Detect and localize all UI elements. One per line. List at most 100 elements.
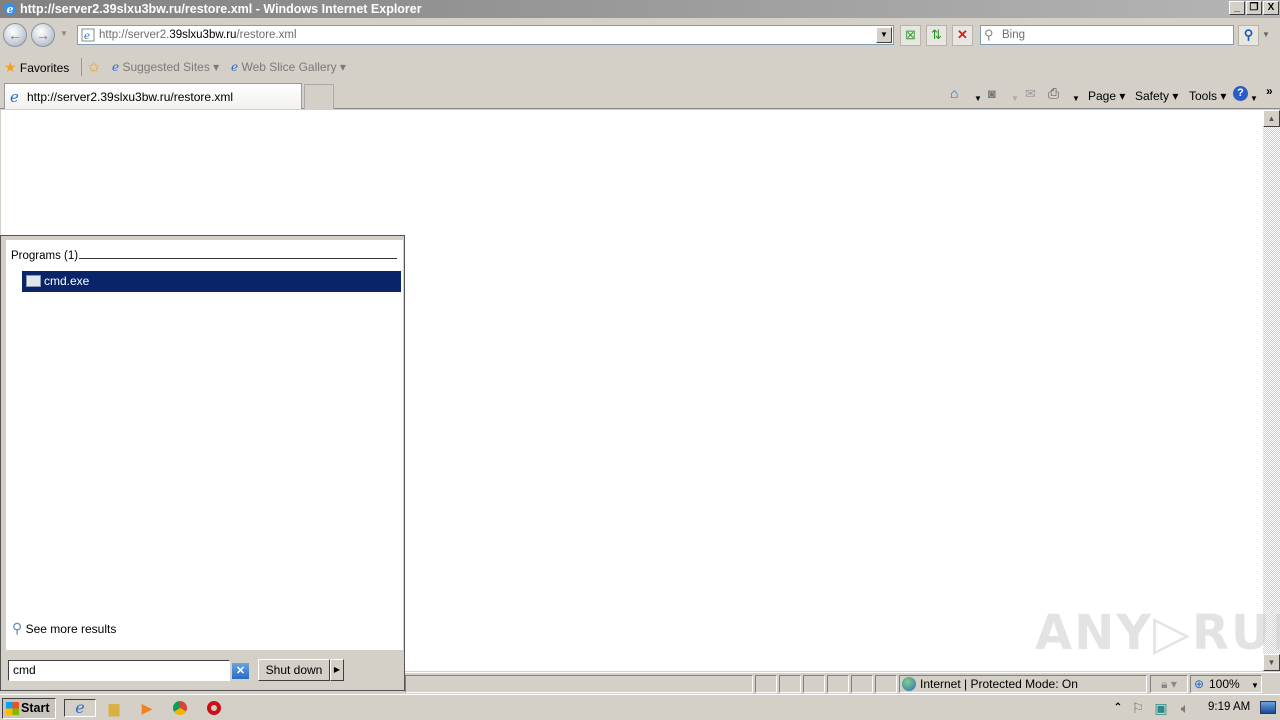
help-icon: ? (1237, 87, 1244, 99)
svg-text:e: e (84, 31, 90, 42)
shut-down-options-button[interactable]: ▶ (330, 659, 344, 681)
action-center-icon[interactable]: ⚐ (1128, 699, 1148, 717)
anyrun-watermark: ANY▷RUN (1035, 605, 1280, 661)
volume-icon[interactable]: 🔈︎ (1175, 699, 1195, 717)
search-options-dropdown[interactable]: ▼ (1262, 30, 1270, 39)
lock-icon: 🔒︎ ▾ (1161, 677, 1177, 691)
refresh-button[interactable]: ⇅ (926, 25, 947, 46)
web-slice-gallery-link[interactable]: e Web Slice Gallery ▾ (231, 59, 346, 75)
window-title-bar: e http://server2.39slxu3bw.ru/restore.xm… (0, 0, 1280, 18)
network-icon[interactable]: ▣ (1151, 699, 1171, 717)
system-clock[interactable]: 9:19 AM (1208, 701, 1250, 713)
minimize-button[interactable]: _ (1229, 1, 1245, 15)
magnifier-icon: ⚲ (12, 620, 23, 636)
printer-icon: ⎙ (1048, 85, 1060, 101)
ie-logo-icon: e (4, 3, 16, 16)
back-button[interactable]: ← (3, 23, 27, 47)
search-results-panel: Programs (1) cmd.exe ⚲ See more results (6, 240, 403, 650)
forward-button[interactable]: → (31, 23, 55, 47)
stop-icon: ✕ (957, 27, 968, 42)
divider (81, 58, 82, 76)
page-menu[interactable]: Page ▾ (1088, 88, 1125, 104)
close-button[interactable]: X (1263, 1, 1279, 15)
help-dropdown[interactable]: ▼ (1250, 91, 1258, 107)
taskbar-media-player-button[interactable]: ▶ (137, 699, 157, 717)
help-button[interactable]: ? (1233, 86, 1248, 101)
opera-icon (207, 701, 221, 715)
taskbar-ie-button[interactable]: e (64, 699, 96, 717)
vertical-scrollbar[interactable]: ▲ ▼ (1263, 110, 1280, 671)
svg-text:e: e (7, 3, 14, 16)
programs-section-header: Programs (1) (11, 250, 79, 262)
star-icon: ★ (4, 59, 17, 75)
home-dropdown[interactable]: ▼ (974, 91, 982, 107)
scroll-up-button[interactable]: ▲ (1263, 110, 1280, 127)
stop-button[interactable]: ✕ (952, 25, 973, 46)
home-icon: ⌂ (950, 85, 959, 101)
compatibility-view-button[interactable]: ⊠ (900, 25, 921, 46)
safety-menu[interactable]: Safety ▾ (1135, 88, 1178, 104)
restore-button[interactable]: ❐ (1246, 1, 1262, 15)
ie-page-icon: e (112, 60, 120, 74)
protected-mode-button[interactable]: 🔒︎ ▾ (1150, 675, 1188, 693)
page-icon: e (81, 28, 95, 42)
mail-icon: ✉ (1025, 86, 1036, 101)
back-arrow-icon: ← (8, 27, 22, 43)
suggested-sites-link[interactable]: e Suggested Sites ▾ (112, 59, 219, 75)
print-dropdown[interactable]: ▼ (1072, 91, 1080, 107)
arrow-right-icon: ▶ (333, 665, 341, 674)
security-zone[interactable]: Internet | Protected Mode: On (899, 675, 1147, 693)
console-app-icon (26, 275, 41, 287)
chevron-up-icon: ⌃ (1113, 702, 1123, 713)
compatibility-view-icon: ⊠ (905, 27, 916, 42)
clear-x-icon: ✕ (235, 665, 246, 677)
start-button[interactable]: Start (2, 698, 56, 719)
ie-page-icon: e (231, 60, 239, 74)
read-mail-button[interactable]: ✉ (1025, 86, 1036, 102)
show-hidden-icons-button[interactable]: ⌃ (1108, 699, 1128, 717)
result-item-cmd[interactable]: cmd.exe (22, 271, 401, 292)
search-button[interactable]: ⚲ (1238, 25, 1259, 46)
feeds-button[interactable]: ◙ (988, 86, 996, 102)
search-icon: ⚲ (1243, 27, 1254, 42)
refresh-icon: ⇅ (931, 27, 942, 42)
status-segment (827, 675, 849, 693)
feeds-dropdown[interactable]: ▼ (1011, 91, 1019, 107)
more-commands-button[interactable]: » (1266, 83, 1273, 99)
status-segment (851, 675, 873, 693)
search-placeholder: Bing (1002, 29, 1026, 41)
new-tab-button[interactable] (304, 84, 334, 109)
status-segment (875, 675, 897, 693)
address-url[interactable]: http://server2.39slxu3bw.ru/restore.xml (99, 29, 297, 41)
recent-pages-dropdown[interactable]: ▼ (60, 29, 68, 38)
search-box[interactable]: ⚲ Bing (980, 25, 1234, 45)
home-button[interactable]: ⌂ (950, 85, 958, 101)
zoom-icon: ⊕ (1194, 677, 1205, 691)
address-dropdown-button[interactable]: ▼ (876, 27, 892, 43)
globe-icon (902, 677, 916, 691)
clear-search-button[interactable]: ✕ (232, 663, 249, 679)
rss-icon: ◙ (988, 86, 996, 101)
ie-tab-icon: e (10, 88, 19, 106)
taskbar: Start e ▆ ▶ ⌃ ⚐ ▣ 🔈︎ 9:19 AM (0, 694, 1280, 720)
tab-active[interactable]: e http://server2.39slxu3bw.ru/restore.xm… (4, 83, 302, 109)
print-button[interactable]: ⎙ (1048, 85, 1059, 101)
zoom-level-button[interactable]: ⊕ 100% ▼ (1190, 675, 1262, 693)
see-more-results-link[interactable]: ⚲ See more results (12, 620, 116, 637)
start-search-input[interactable]: cmd (8, 660, 230, 681)
forward-arrow-icon: → (36, 27, 50, 43)
shut-down-button[interactable]: Shut down (258, 659, 330, 681)
address-bar[interactable]: e http://server2.39slxu3bw.ru/restore.xm… (77, 25, 894, 45)
folder-icon: ▆ (108, 700, 120, 716)
taskbar-opera-button[interactable] (204, 699, 224, 717)
tools-menu[interactable]: Tools ▾ (1189, 88, 1226, 104)
search-magnifier-icon: ⚲ (984, 27, 994, 42)
add-to-favorites-button[interactable]: ✩ (88, 59, 100, 75)
taskbar-explorer-button[interactable]: ▆ (104, 699, 124, 717)
start-menu: Programs (1) cmd.exe ⚲ See more results … (0, 235, 405, 691)
favorites-button[interactable]: ★ Favorites (4, 59, 69, 76)
taskbar-chrome-button[interactable] (170, 699, 190, 717)
show-desktop-button[interactable] (1260, 701, 1276, 714)
add-favorite-icon: ✩ (88, 59, 100, 75)
media-player-icon: ▶ (141, 700, 153, 716)
